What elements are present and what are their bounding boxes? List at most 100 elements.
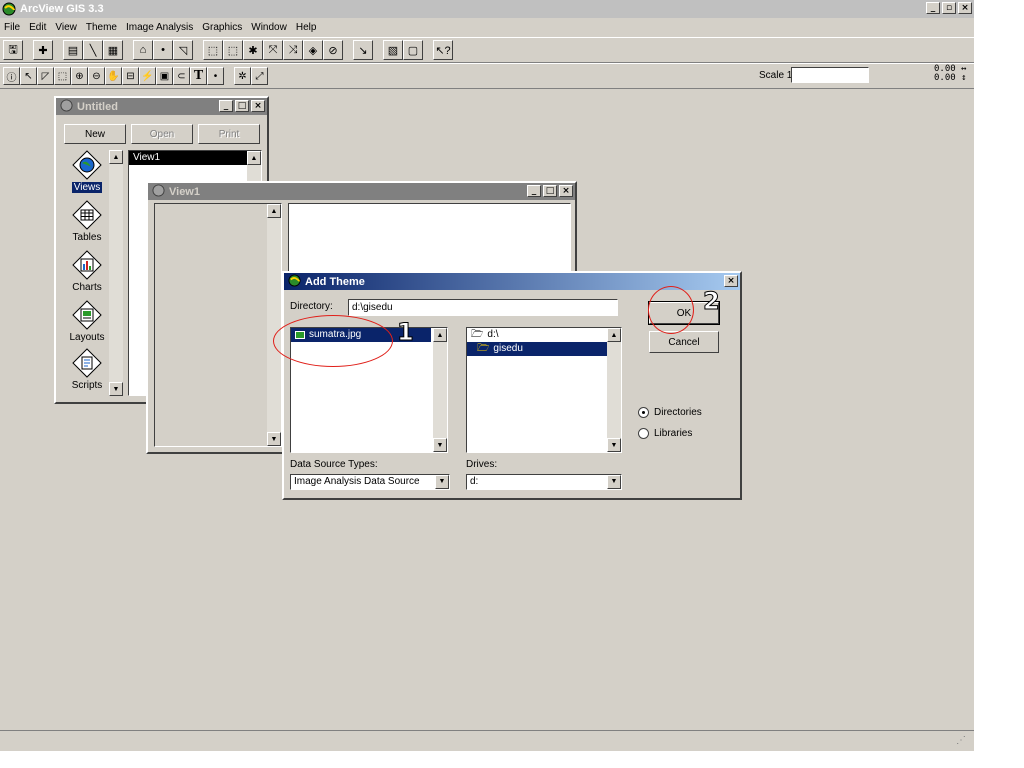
view1-title-bar[interactable]: View1 _ □ × bbox=[148, 183, 575, 200]
dir-item-root[interactable]: 🗁 d:\ bbox=[467, 328, 607, 342]
doc-type-scrollbar[interactable]: ▲ ▼ bbox=[109, 150, 123, 396]
layout-icon[interactable]: ▧ bbox=[383, 40, 403, 60]
zoom-in-icon[interactable]: ⤧ bbox=[263, 40, 283, 60]
menu-theme[interactable]: Theme bbox=[86, 22, 117, 33]
locate-address-icon[interactable]: • bbox=[153, 40, 173, 60]
add-theme-icon[interactable]: ✚ bbox=[33, 40, 53, 60]
restore-button[interactable]: ▫ bbox=[942, 2, 956, 14]
app-title-bar[interactable]: ArcView GIS 3.3 _ ▫ × bbox=[0, 0, 974, 18]
dropdown-arrow-icon[interactable]: ▼ bbox=[607, 475, 621, 489]
open-attribute-table-icon[interactable]: ▦ bbox=[103, 40, 123, 60]
doc-type-layouts[interactable]: Layouts bbox=[62, 300, 112, 352]
find-icon[interactable]: ⌂ bbox=[133, 40, 153, 60]
scroll-down-arrow-icon[interactable]: ▼ bbox=[109, 382, 123, 396]
directory-field[interactable]: d:\gisedu bbox=[348, 299, 618, 316]
select-feature-tool-icon[interactable]: ⬚ bbox=[54, 67, 71, 85]
project-title-bar[interactable]: Untitled _ □ × bbox=[56, 98, 267, 115]
scroll-up-arrow-icon[interactable]: ▲ bbox=[109, 150, 123, 164]
theme-properties-icon[interactable]: ▤ bbox=[63, 40, 83, 60]
list-scroll-up-arrow-icon[interactable]: ▲ bbox=[247, 151, 261, 165]
view1-minimize-button[interactable]: _ bbox=[527, 185, 541, 197]
menu-window[interactable]: Window bbox=[251, 22, 287, 33]
snap-tool-icon[interactable]: ✲ bbox=[234, 67, 251, 85]
data-source-types-dropdown[interactable]: Image Analysis Data Source ▼ bbox=[290, 474, 450, 490]
area-of-interest-tool-icon[interactable]: ▣ bbox=[156, 67, 173, 85]
directories-radio-dot[interactable] bbox=[638, 407, 649, 418]
project-window-controls: _ □ × bbox=[219, 100, 265, 112]
toc-scroll-down-arrow-icon[interactable]: ▼ bbox=[267, 432, 281, 446]
document-item-view1[interactable]: View1 bbox=[129, 151, 249, 165]
directory-scrollbar[interactable]: ▲ ▼ bbox=[607, 328, 621, 452]
zoom-full-extent-icon[interactable]: ⬚ bbox=[203, 40, 223, 60]
menu-file[interactable]: File bbox=[4, 22, 20, 33]
dir-scroll-down-arrow-icon[interactable]: ▼ bbox=[607, 438, 621, 452]
table-of-contents[interactable]: ▲ ▼ bbox=[154, 203, 282, 447]
close-button[interactable]: × bbox=[958, 2, 972, 14]
open-button[interactable]: Open bbox=[131, 124, 193, 144]
menu-edit[interactable]: Edit bbox=[29, 22, 46, 33]
project-minimize-button[interactable]: _ bbox=[219, 100, 233, 112]
menu-help[interactable]: Help bbox=[296, 22, 317, 33]
menu-image-analysis[interactable]: Image Analysis bbox=[126, 22, 193, 33]
directory-tree: 🗁 d:\ 🗁 gisedu ▲ ▼ bbox=[466, 327, 622, 453]
zoom-active-themes-icon[interactable]: ⬚ bbox=[223, 40, 243, 60]
edit-legend-icon[interactable]: ╲ bbox=[83, 40, 103, 60]
project-close-button[interactable]: × bbox=[251, 100, 265, 112]
pan-tool-icon[interactable]: ✋ bbox=[105, 67, 122, 85]
zoom-out-icon[interactable]: ⤨ bbox=[283, 40, 303, 60]
project-maximize-button[interactable]: □ bbox=[235, 100, 249, 112]
label-tool-icon[interactable]: ⊂ bbox=[173, 67, 190, 85]
clear-selected-icon[interactable]: ↘ bbox=[353, 40, 373, 60]
menu-view[interactable]: View bbox=[55, 22, 77, 33]
print-button[interactable]: Print bbox=[198, 124, 260, 144]
file-list-scrollbar[interactable]: ▲ ▼ bbox=[433, 328, 447, 452]
toc-scrollbar[interactable]: ▲ ▼ bbox=[267, 204, 281, 446]
save-project-icon[interactable]: 🖫 bbox=[3, 40, 23, 60]
button-bar: 🖫 ✚ ▤ ╲ ▦ ⌂ • ◹ ⬚ ⬚ ✱ ⤧ ⤨ ◈ ⊘ ↘ ▧ ▢ ↖? bbox=[0, 37, 974, 63]
scale-label: Scale 1: bbox=[759, 70, 796, 81]
dir-item-gisedu[interactable]: 🗁 gisedu bbox=[467, 342, 607, 356]
new-button[interactable]: New bbox=[64, 124, 126, 144]
identify-tool-icon[interactable]: ⓘ bbox=[3, 67, 20, 85]
frame-icon[interactable]: ▢ bbox=[403, 40, 423, 60]
doc-type-charts[interactable]: Charts bbox=[62, 250, 112, 302]
select-features-icon[interactable]: ⊘ bbox=[323, 40, 343, 60]
file-scroll-up-arrow-icon[interactable]: ▲ bbox=[433, 328, 447, 342]
libraries-radio[interactable]: Libraries bbox=[638, 428, 692, 439]
zoom-selected-icon[interactable]: ✱ bbox=[243, 40, 263, 60]
menu-graphics[interactable]: Graphics bbox=[202, 22, 242, 33]
dir-scroll-up-arrow-icon[interactable]: ▲ bbox=[607, 328, 621, 342]
ok-button[interactable]: OK bbox=[648, 301, 720, 325]
measure-tool-icon[interactable]: ⊟ bbox=[122, 67, 139, 85]
file-scroll-down-arrow-icon[interactable]: ▼ bbox=[433, 438, 447, 452]
help-cursor-icon[interactable]: ↖? bbox=[433, 40, 453, 60]
draw-point-tool-icon[interactable]: • bbox=[207, 67, 224, 85]
hotlink-tool-icon[interactable]: ⚡ bbox=[139, 67, 156, 85]
text-tool-icon[interactable]: T bbox=[190, 67, 207, 85]
resize-grip-icon[interactable]: ⋰ bbox=[956, 735, 970, 749]
scale-input[interactable] bbox=[791, 67, 869, 83]
minimize-button[interactable]: _ bbox=[926, 2, 940, 14]
zoom-previous-icon[interactable]: ◈ bbox=[303, 40, 323, 60]
open-folder-icon: 🗁 bbox=[477, 343, 490, 354]
zoom-in-tool-icon[interactable]: ⊕ bbox=[71, 67, 88, 85]
vertex-edit-tool-icon[interactable]: ◸ bbox=[37, 67, 54, 85]
doc-type-tables[interactable]: Tables bbox=[62, 200, 112, 252]
doc-type-scripts[interactable]: Scripts bbox=[62, 348, 112, 400]
draw-line-tool-icon[interactable]: ⤢ bbox=[251, 67, 268, 85]
libraries-radio-dot[interactable] bbox=[638, 428, 649, 439]
view1-close-button[interactable]: × bbox=[559, 185, 573, 197]
cancel-button[interactable]: Cancel bbox=[649, 331, 719, 353]
dropdown-arrow-icon[interactable]: ▼ bbox=[435, 475, 449, 489]
add-theme-title-bar[interactable]: Add Theme × bbox=[284, 273, 740, 290]
directories-radio[interactable]: Directories bbox=[638, 407, 702, 418]
toc-scroll-up-arrow-icon[interactable]: ▲ bbox=[267, 204, 281, 218]
view1-maximize-button[interactable]: □ bbox=[543, 185, 557, 197]
dialog-close-button[interactable]: × bbox=[724, 275, 738, 287]
drives-dropdown[interactable]: d: ▼ bbox=[466, 474, 622, 490]
zoom-out-tool-icon[interactable]: ⊖ bbox=[88, 67, 105, 85]
pointer-tool-icon[interactable]: ↖ bbox=[20, 67, 37, 85]
file-item-sumatra[interactable]: sumatra.jpg bbox=[291, 328, 431, 342]
query-builder-icon[interactable]: ◹ bbox=[173, 40, 193, 60]
doc-type-views[interactable]: Views bbox=[62, 150, 112, 202]
